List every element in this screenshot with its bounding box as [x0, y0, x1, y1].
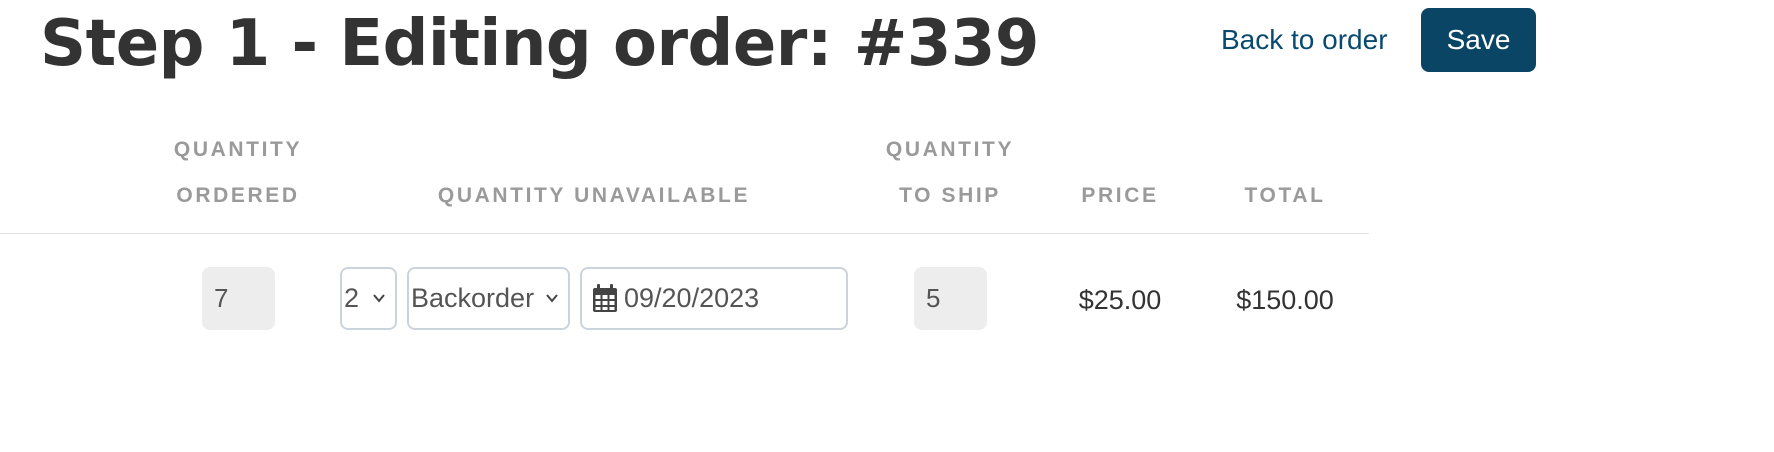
header-quantity-to-ship: QUANTITY TO SHIP [886, 127, 1014, 219]
header-quantity-to-ship-line1: QUANTITY [885, 138, 1015, 161]
quantity-to-ship-field: 5 [914, 267, 987, 330]
header-quantity-unavailable: QUANTITY UNAVAILABLE [437, 184, 751, 207]
calendar-icon [593, 284, 617, 312]
header-quantity-to-ship-line2: TO SHIP [899, 184, 1001, 207]
table-header-divider [0, 233, 1369, 234]
save-button[interactable]: Save [1421, 8, 1536, 72]
chevron-down-icon [546, 294, 558, 303]
header-quantity-ordered: QUANTITY ORDERED [174, 127, 302, 219]
backorder-date-input[interactable]: 09/20/2023 [580, 267, 848, 330]
price-value: $25.00 [1078, 285, 1162, 315]
quantity-unavailable-value: 2 [344, 283, 360, 313]
back-to-order-link[interactable]: Back to order [1221, 22, 1388, 58]
quantity-ordered-field: 7 [202, 267, 275, 330]
header-quantity-ordered-line1: QUANTITY [173, 138, 303, 161]
header-total: TOTAL [1244, 184, 1326, 207]
unavailable-status-value: Backorder [411, 283, 535, 313]
header-price: PRICE [1081, 184, 1159, 207]
unavailable-status-select[interactable]: Backorder [407, 267, 570, 330]
total-value: $150.00 [1236, 285, 1334, 315]
quantity-unavailable-select[interactable]: 2 [340, 267, 397, 330]
chevron-down-icon [373, 294, 385, 303]
page-title: Step 1 - Editing order: #339 [40, 7, 1039, 81]
backorder-date-value: 09/20/2023 [624, 283, 760, 313]
header-quantity-ordered-line2: ORDERED [176, 184, 300, 207]
